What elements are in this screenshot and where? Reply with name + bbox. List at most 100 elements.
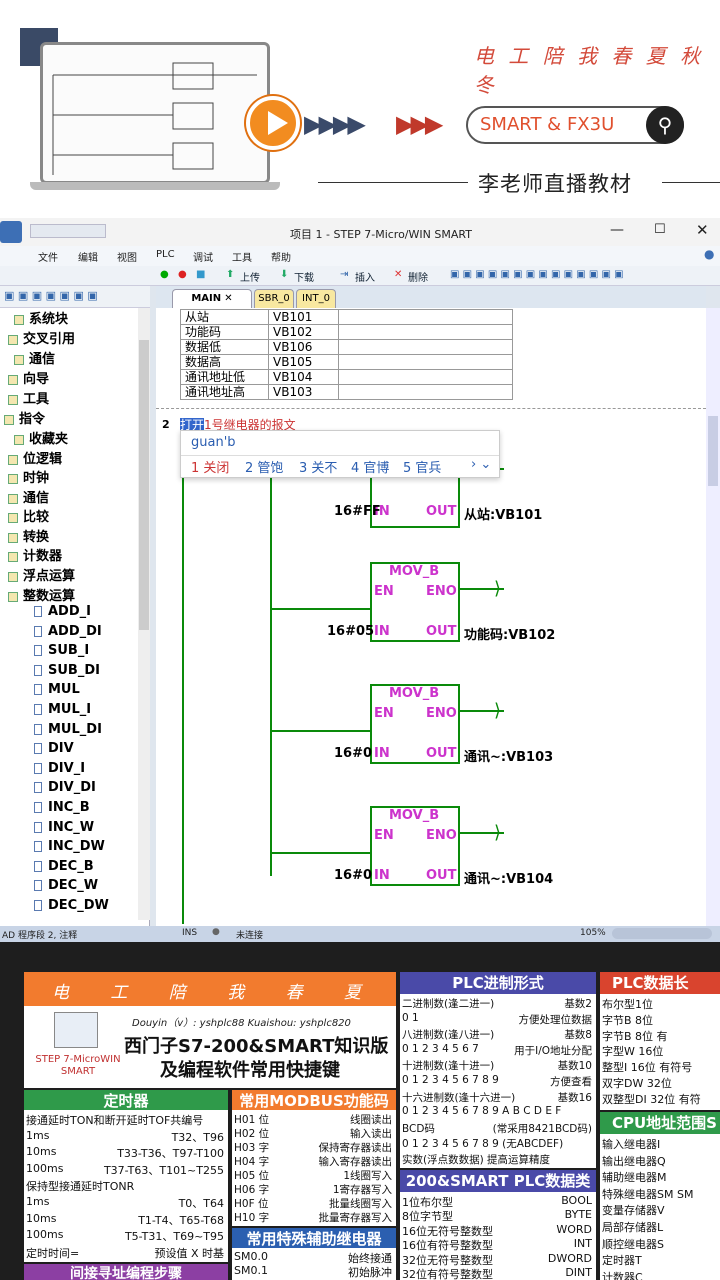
zoom-slider[interactable] bbox=[612, 928, 712, 939]
tab-sbr0[interactable]: SBR_0 bbox=[254, 289, 294, 308]
menu-tools[interactable]: 工具 bbox=[232, 249, 252, 264]
tree-leaf[interactable]: INC_B bbox=[34, 800, 90, 815]
tree-leaf[interactable]: SUB_DI bbox=[34, 663, 100, 678]
ime-more-icon[interactable]: › ⌄ bbox=[471, 457, 491, 472]
tree-item[interactable]: 转换 bbox=[8, 526, 49, 545]
output-value[interactable]: 通讯~:VB104 bbox=[464, 868, 553, 887]
output-value[interactable]: 通讯~:VB103 bbox=[464, 746, 553, 765]
symbol-comment[interactable] bbox=[338, 309, 513, 325]
menu-debug[interactable]: 调试 bbox=[193, 249, 213, 264]
menu-edit[interactable]: 编辑 bbox=[78, 249, 98, 264]
tree-leaf[interactable]: ADD_I bbox=[34, 604, 91, 619]
upload-button[interactable]: 上传 bbox=[240, 269, 260, 284]
input-value[interactable]: 16#FF bbox=[334, 504, 381, 519]
output-value[interactable]: 功能码:VB102 bbox=[464, 624, 555, 643]
tab-main[interactable]: MAIN ✕ bbox=[172, 289, 252, 308]
tree-leaf[interactable]: MUL bbox=[34, 682, 80, 697]
symbol-name[interactable]: 通讯地址高 bbox=[180, 384, 269, 400]
input-value[interactable]: 16#0 bbox=[334, 868, 372, 883]
tree-item[interactable]: 时钟 bbox=[8, 467, 49, 486]
tree-item[interactable]: 浮点运算 bbox=[8, 565, 75, 584]
tree-item[interactable]: 收藏夹 bbox=[14, 428, 68, 447]
symbol-name[interactable]: 从站 bbox=[180, 309, 269, 325]
tree-leaf[interactable]: DEC_DW bbox=[34, 898, 109, 913]
menu-file[interactable]: 文件 bbox=[38, 249, 58, 264]
help-icon[interactable]: ● bbox=[704, 247, 714, 261]
tree-item[interactable]: 系统块 bbox=[14, 308, 68, 327]
ime-candidate[interactable]: 5 官兵 bbox=[403, 457, 441, 476]
symbol-row[interactable]: 从站 VB101 bbox=[180, 309, 513, 325]
input-value[interactable]: 16#05 bbox=[327, 624, 374, 639]
quick-access-toolbar[interactable] bbox=[30, 224, 106, 238]
symbol-comment[interactable] bbox=[338, 384, 513, 400]
ime-candidate[interactable]: 3 关不 bbox=[299, 457, 337, 476]
tree-leaf[interactable]: INC_W bbox=[34, 820, 94, 835]
symbol-address[interactable]: VB102 bbox=[268, 324, 339, 340]
ime-candidate[interactable]: 2 管饱 bbox=[245, 457, 283, 476]
symbol-row[interactable]: 通讯地址高 VB103 bbox=[180, 384, 513, 400]
tree-leaf[interactable]: DIV_I bbox=[34, 761, 85, 776]
tree-item[interactable]: 向导 bbox=[8, 368, 49, 387]
maximize-button[interactable]: ☐ bbox=[654, 222, 666, 237]
sheet-line: 输出继电器Q bbox=[602, 1154, 666, 1168]
symbol-row[interactable]: 数据低 VB106 bbox=[180, 339, 513, 355]
symbol-name[interactable]: 通讯地址低 bbox=[180, 369, 269, 385]
editor-scrollbar-thumb[interactable] bbox=[708, 416, 718, 486]
symbol-row[interactable]: 通讯地址低 VB104 bbox=[180, 369, 513, 385]
toolbar-icons[interactable]: ▣ ▣ ▣ ▣ ▣ ▣ ▣ ▣ ▣ ▣ ▣ ▣ ▣ ▣ bbox=[450, 269, 624, 280]
output-value[interactable]: 从站:VB101 bbox=[464, 504, 542, 523]
play-icon bbox=[268, 111, 288, 135]
symbol-row[interactable]: 数据高 VB105 bbox=[180, 354, 513, 370]
tab-int0[interactable]: INT_0 bbox=[296, 289, 336, 308]
tree-leaf[interactable]: SUB_I bbox=[34, 643, 89, 658]
tree-leaf[interactable]: DEC_B bbox=[34, 859, 94, 874]
symbol-address[interactable]: VB101 bbox=[268, 309, 339, 325]
symbol-address[interactable]: VB106 bbox=[268, 339, 339, 355]
ime-candidate[interactable]: 1 关闭 bbox=[191, 457, 229, 476]
stop-icon[interactable]: ● bbox=[178, 269, 187, 280]
symbol-name[interactable]: 数据高 bbox=[180, 354, 269, 370]
ime-candidate[interactable]: 4 官博 bbox=[351, 457, 389, 476]
tree-leaf[interactable]: ADD_DI bbox=[34, 624, 102, 639]
symbol-comment[interactable] bbox=[338, 339, 513, 355]
tree-leaf[interactable]: MUL_DI bbox=[34, 722, 102, 737]
symbol-name[interactable]: 功能码 bbox=[180, 324, 269, 340]
tree-toolbar[interactable]: ▣ ▣ ▣ ▣ ▣ ▣ ▣ bbox=[0, 286, 150, 308]
tree-leaf[interactable]: INC_DW bbox=[34, 839, 105, 854]
symbol-name[interactable]: 数据低 bbox=[180, 339, 269, 355]
delete-button[interactable]: 删除 bbox=[408, 269, 428, 284]
insert-button[interactable]: 插入 bbox=[355, 269, 375, 284]
tree-item[interactable]: 交叉引用 bbox=[8, 328, 75, 347]
editor-scrollbar[interactable] bbox=[706, 308, 720, 926]
symbol-comment[interactable] bbox=[338, 324, 513, 340]
tree-item[interactable]: 工具 bbox=[8, 388, 49, 407]
compile-icon[interactable]: ■ bbox=[196, 269, 205, 280]
symbol-row[interactable]: 功能码 VB102 bbox=[180, 324, 513, 340]
download-button[interactable]: 下载 bbox=[294, 269, 314, 284]
symbol-comment[interactable] bbox=[338, 369, 513, 385]
tree-item[interactable]: 通信 bbox=[8, 487, 49, 506]
symbol-address[interactable]: VB103 bbox=[268, 384, 339, 400]
input-value[interactable]: 16#0 bbox=[334, 746, 372, 761]
menu-plc[interactable]: PLC bbox=[156, 249, 175, 260]
tree-item[interactable]: 整数运算 bbox=[8, 585, 75, 604]
symbol-comment[interactable] bbox=[338, 354, 513, 370]
menu-view[interactable]: 视图 bbox=[117, 249, 137, 264]
tree-scrollbar-thumb[interactable] bbox=[139, 340, 149, 630]
tree-item[interactable]: 计数器 bbox=[8, 545, 62, 564]
menu-help[interactable]: 帮助 bbox=[271, 249, 291, 264]
tree-item[interactable]: 位逻辑 bbox=[8, 448, 62, 467]
tree-leaf[interactable]: DEC_W bbox=[34, 878, 98, 893]
tree-leaf[interactable]: DIV_DI bbox=[34, 780, 96, 795]
symbol-address[interactable]: VB104 bbox=[268, 369, 339, 385]
run-icon[interactable]: ● bbox=[160, 269, 169, 280]
search-icon[interactable]: ⚲ bbox=[646, 106, 684, 144]
tree-leaf[interactable]: DIV bbox=[34, 741, 74, 756]
tree-leaf[interactable]: MUL_I bbox=[34, 702, 91, 717]
tree-item[interactable]: 指令 bbox=[4, 408, 45, 427]
close-button[interactable]: ✕ bbox=[696, 221, 709, 239]
tree-item[interactable]: 比较 bbox=[8, 506, 49, 525]
symbol-address[interactable]: VB105 bbox=[268, 354, 339, 370]
tree-item[interactable]: 通信 bbox=[14, 348, 55, 367]
minimize-button[interactable]: — bbox=[610, 222, 624, 238]
